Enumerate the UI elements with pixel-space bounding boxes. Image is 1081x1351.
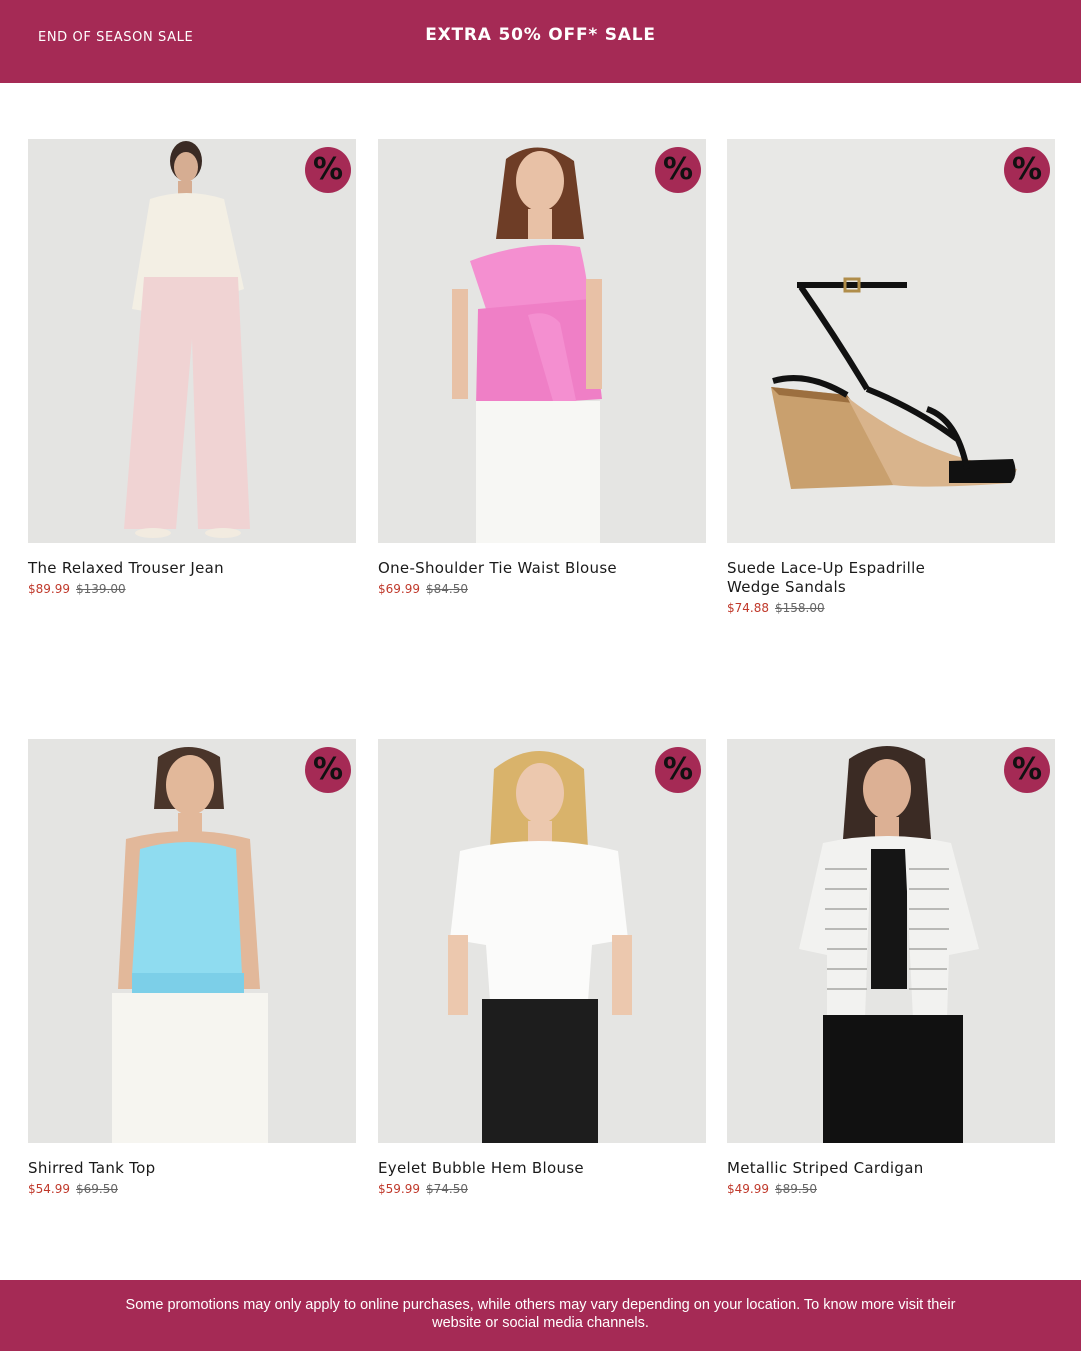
product-prices: $54.99 $69.50 [28,1182,356,1196]
original-price: $158.00 [775,601,825,615]
original-price: $139.00 [76,582,126,596]
product-card[interactable]: % Metallic Striped Cardigan $49.99 $89.50 [727,739,1055,1196]
product-name[interactable]: Shirred Tank Top [28,1159,248,1178]
percent-badge-icon: % [1004,747,1050,793]
product-prices: $89.99 $139.00 [28,582,356,596]
product-image-striped-cardigan[interactable]: % [727,739,1055,1143]
footer-disclaimer-bar: Some promotions may only apply to online… [0,1280,1081,1351]
product-prices: $49.99 $89.50 [727,1182,1055,1196]
product-card[interactable]: % Suede Lace-Up Espadrille Wedge Sandals… [727,139,1055,615]
product-prices: $74.88 $158.00 [727,601,1055,615]
original-price: $89.50 [775,1182,817,1196]
product-card[interactable]: % Eyelet Bubble Hem Blouse $59.99 $74.50 [378,739,706,1196]
product-card[interactable]: % Shirred Tank Top $54.99 $69.50 [28,739,356,1196]
sale-headline: EXTRA 50% OFF* SALE [425,25,656,45]
disclaimer-text: Some promotions may only apply to online… [125,1297,956,1331]
product-name[interactable]: Eyelet Bubble Hem Blouse [378,1159,598,1178]
product-image-wedge-sandals[interactable]: % [727,139,1055,543]
product-prices: $69.99 $84.50 [378,582,706,596]
sale-price: $69.99 [378,582,420,596]
sale-price: $59.99 [378,1182,420,1196]
sale-price: $49.99 [727,1182,769,1196]
product-image-eyelet-blouse[interactable]: % [378,739,706,1143]
original-price: $69.50 [76,1182,118,1196]
percent-badge-icon: % [1004,147,1050,193]
product-name[interactable]: The Relaxed Trouser Jean [28,559,248,578]
promo-banner[interactable]: END OF SEASON SALE EXTRA 50% OFF* SALE [0,0,1081,83]
product-card[interactable]: % The Relaxed Trouser Jean $89.99 $139.00 [28,139,356,596]
percent-badge-icon: % [305,147,351,193]
sale-price: $89.99 [28,582,70,596]
original-price: $74.50 [426,1182,468,1196]
product-prices: $59.99 $74.50 [378,1182,706,1196]
product-image-trouser-jean[interactable]: % [28,139,356,543]
percent-badge-icon: % [305,747,351,793]
sale-price: $54.99 [28,1182,70,1196]
original-price: $84.50 [426,582,468,596]
product-image-shirred-tank[interactable]: % [28,739,356,1143]
product-image-one-shoulder-blouse[interactable]: % [378,139,706,543]
product-name[interactable]: Metallic Striped Cardigan [727,1159,947,1178]
percent-badge-icon: % [655,747,701,793]
product-name[interactable]: Suede Lace-Up Espadrille Wedge Sandals [727,559,937,597]
product-card[interactable]: % One-Shoulder Tie Waist Blouse $69.99 $8… [378,139,706,596]
product-name[interactable]: One-Shoulder Tie Waist Blouse [378,559,638,578]
percent-badge-icon: % [655,147,701,193]
sale-price: $74.88 [727,601,769,615]
